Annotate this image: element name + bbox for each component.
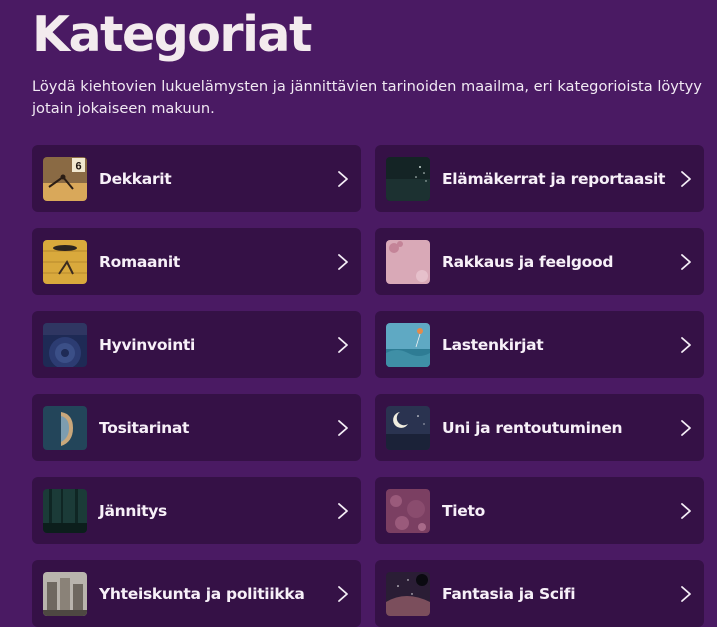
chevron-right-icon (681, 253, 691, 270)
category-thumbnail: 6 (43, 156, 87, 201)
page-description: Löydä kiehtovien lukuelämysten ja jännit… (32, 78, 702, 117)
chevron-right-icon (681, 336, 691, 353)
category-label: Dekkarit (99, 169, 172, 188)
category-thumbnail (43, 239, 87, 284)
category-label: Tieto (442, 501, 485, 520)
page-title: Kategoriat (32, 6, 312, 63)
category-card-hyvinvointi[interactable]: Hyvinvointi (32, 311, 361, 378)
category-card-tositarinat[interactable]: Tositarinat (32, 394, 361, 461)
category-thumbnail (43, 488, 87, 533)
chevron-right-icon (338, 170, 348, 187)
chevron-right-icon (338, 502, 348, 519)
category-thumbnail (43, 571, 87, 616)
category-card-rakkaus[interactable]: Rakkaus ja feelgood (375, 228, 704, 295)
category-card-yhteiskunta[interactable]: Yhteiskunta ja politiikka (32, 560, 361, 627)
chevron-right-icon (338, 419, 348, 436)
chevron-right-icon (338, 585, 348, 602)
category-label: Romaanit (99, 252, 181, 271)
category-thumbnail (43, 322, 87, 367)
category-thumbnail (386, 156, 430, 201)
category-card-romaanit[interactable]: Romaanit (32, 228, 361, 295)
category-label: Fantasia ja Scifi (442, 584, 576, 603)
category-label: Uni ja rentoutuminen (442, 418, 623, 437)
chevron-right-icon (338, 253, 348, 270)
category-label: Rakkaus ja feelgood (442, 252, 614, 271)
category-label: Tositarinat (99, 418, 190, 437)
thumbnail-badge: 6 (75, 160, 81, 172)
category-thumbnail (386, 571, 430, 616)
chevron-right-icon (681, 585, 691, 602)
category-label: Hyvinvointi (99, 335, 196, 354)
chevron-right-icon (681, 502, 691, 519)
category-thumbnail (386, 322, 430, 367)
category-label: Jännitys (99, 501, 167, 520)
chevron-right-icon (681, 170, 691, 187)
category-thumbnail (386, 405, 430, 450)
category-card-uni[interactable]: Uni ja rentoutuminen (375, 394, 704, 461)
category-card-lastenkirjat[interactable]: Lastenkirjat (375, 311, 704, 378)
category-thumbnail (386, 239, 430, 284)
category-label: Elämäkerrat ja reportaasit (442, 169, 666, 188)
category-card-dekkarit[interactable]: 6 Dekkarit (32, 145, 361, 212)
chevron-right-icon (681, 419, 691, 436)
category-thumbnail (386, 488, 430, 533)
category-card-fantasia[interactable]: Fantasia ja Scifi (375, 560, 704, 627)
category-label: Lastenkirjat (442, 335, 544, 354)
category-thumbnail (43, 405, 87, 450)
chevron-right-icon (338, 336, 348, 353)
category-card-tieto[interactable]: Tieto (375, 477, 704, 544)
category-card-elamakerrat[interactable]: Elämäkerrat ja reportaasit (375, 145, 704, 212)
category-card-jannitys[interactable]: Jännitys (32, 477, 361, 544)
category-grid: 6 Dekkarit Elämäkerrat ja reportaasit Ro… (32, 145, 704, 627)
category-label: Yhteiskunta ja politiikka (99, 584, 305, 603)
